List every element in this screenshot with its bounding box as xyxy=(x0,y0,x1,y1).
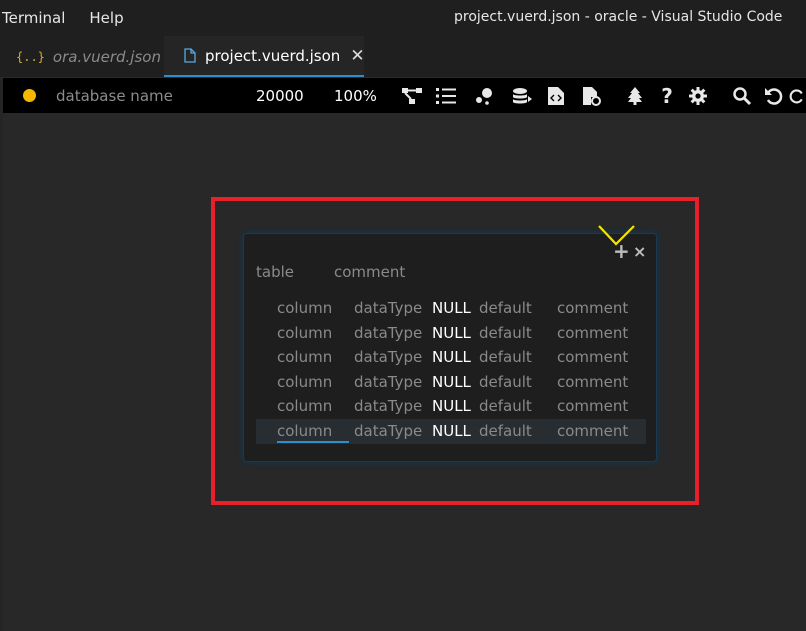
column-datatype[interactable]: dataType xyxy=(354,324,422,342)
column-null[interactable]: NULL xyxy=(432,324,471,342)
redo-icon[interactable] xyxy=(789,84,806,108)
column-comment[interactable]: comment xyxy=(557,422,628,440)
help-icon[interactable]: ? xyxy=(655,84,679,108)
undo-icon[interactable] xyxy=(761,84,785,108)
visualization-icon[interactable] xyxy=(471,84,495,108)
tab-bar: {..} ora.vuerd.json project.vuerd.json ✕ xyxy=(0,36,806,78)
column-default[interactable]: default xyxy=(479,324,532,342)
column-null[interactable]: NULL xyxy=(432,348,471,366)
column-default[interactable]: default xyxy=(479,299,532,317)
relationship-icon[interactable] xyxy=(400,84,424,108)
canvas-size-input[interactable]: 20000 xyxy=(256,87,304,105)
column-row-selected[interactable]: column dataType NULL default comment xyxy=(256,418,646,444)
column-comment[interactable]: comment xyxy=(557,397,628,415)
database-stack-icon[interactable] xyxy=(510,84,534,108)
tab-label: ora.vuerd.json xyxy=(52,47,161,66)
search-icon[interactable] xyxy=(730,84,754,108)
column-row[interactable]: column dataType NULL default comment xyxy=(256,321,646,346)
window-title: project.vuerd.json - oracle - Visual Stu… xyxy=(454,9,783,25)
tab-label: project.vuerd.json xyxy=(205,46,341,65)
database-name-input[interactable]: database name xyxy=(56,87,173,105)
column-name[interactable]: column xyxy=(277,422,349,443)
column-comment[interactable]: comment xyxy=(557,324,628,342)
table-comment-input[interactable]: comment xyxy=(334,263,405,281)
column-name[interactable]: column xyxy=(277,348,332,366)
erd-toolbar: database name 20000 100% ? xyxy=(3,78,806,113)
settings-icon[interactable] xyxy=(686,84,710,108)
column-null[interactable]: NULL xyxy=(432,422,471,440)
menu-terminal[interactable]: Terminal xyxy=(2,9,65,27)
tab-ora-vuerd[interactable]: {..} ora.vuerd.json xyxy=(0,36,164,77)
title-bar: Terminal Help project.vuerd.json - oracl… xyxy=(0,0,806,36)
column-name[interactable]: column xyxy=(277,299,332,317)
column-name[interactable]: column xyxy=(277,397,332,415)
column-name[interactable]: column xyxy=(277,373,332,391)
column-row[interactable]: column dataType NULL default comment xyxy=(256,394,646,419)
file-settings-icon[interactable] xyxy=(580,84,604,108)
column-default[interactable]: default xyxy=(479,397,532,415)
sql-file-icon[interactable] xyxy=(544,84,568,108)
status-dot xyxy=(23,89,36,102)
column-comment[interactable]: comment xyxy=(557,299,628,317)
checkmark-annotation-icon xyxy=(598,225,635,246)
zoom-level[interactable]: 100% xyxy=(334,87,377,105)
column-null[interactable]: NULL xyxy=(432,299,471,317)
column-row[interactable]: column dataType NULL default comment xyxy=(256,296,646,321)
column-null[interactable]: NULL xyxy=(432,373,471,391)
column-datatype[interactable]: dataType xyxy=(354,348,422,366)
table-name-input[interactable]: table xyxy=(256,263,294,281)
close-icon[interactable]: ✕ xyxy=(350,46,364,66)
column-datatype[interactable]: dataType xyxy=(354,299,422,317)
column-datatype[interactable]: dataType xyxy=(354,373,422,391)
column-default[interactable]: default xyxy=(479,373,532,391)
table-card[interactable]: + × table comment column dataType NULL d… xyxy=(243,233,657,462)
column-datatype[interactable]: dataType xyxy=(354,422,422,440)
column-default[interactable]: default xyxy=(479,422,532,440)
column-row[interactable]: column dataType NULL default comment xyxy=(256,345,646,370)
column-null[interactable]: NULL xyxy=(432,397,471,415)
json-braces-icon: {..} xyxy=(16,49,45,64)
file-icon xyxy=(184,48,196,63)
column-datatype[interactable]: dataType xyxy=(354,397,422,415)
menu-help[interactable]: Help xyxy=(89,9,123,27)
column-comment[interactable]: comment xyxy=(557,348,628,366)
column-row[interactable]: column dataType NULL default comment xyxy=(256,370,646,395)
column-comment[interactable]: comment xyxy=(557,373,628,391)
tab-project-vuerd[interactable]: project.vuerd.json ✕ xyxy=(164,36,365,77)
column-default[interactable]: default xyxy=(479,348,532,366)
column-name[interactable]: column xyxy=(277,324,332,342)
list-icon[interactable] xyxy=(434,84,458,108)
column-list: column dataType NULL default comment col… xyxy=(256,296,646,444)
tree-icon[interactable] xyxy=(623,84,647,108)
